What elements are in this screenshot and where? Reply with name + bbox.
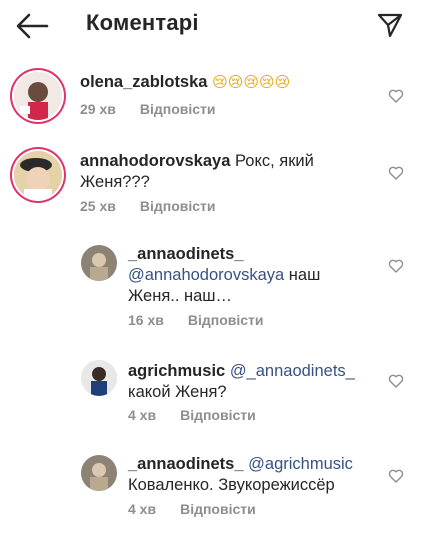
avatar-image xyxy=(81,245,117,281)
reply-body: agrichmusic @_annaodinets_ какой Женя? xyxy=(128,361,368,403)
reply-item: _annaodinets_ @annahodorovskaya наш Женя… xyxy=(0,240,428,335)
emoji-crying: 😢😢😢😢😢 xyxy=(212,73,291,91)
avatar-image xyxy=(14,72,62,120)
reply-text: какой Женя? xyxy=(128,383,227,401)
avatar[interactable] xyxy=(81,360,117,396)
reply-username[interactable]: agrichmusic xyxy=(128,362,225,380)
reply-item: _annaodinets_ @agrichmusic Коваленко. Зв… xyxy=(0,450,428,525)
heart-icon[interactable] xyxy=(388,373,404,389)
avatar-image xyxy=(81,360,117,396)
mention-link[interactable]: @agrichmusic xyxy=(248,455,353,473)
back-arrow-icon[interactable] xyxy=(14,12,50,40)
heart-icon[interactable] xyxy=(388,165,404,181)
reply-button[interactable]: Відповісти xyxy=(188,312,264,328)
reply-username[interactable]: _annaodinets_ xyxy=(128,455,244,473)
comment-time: 29 хв xyxy=(80,101,116,117)
comment-body: olena_zablotska 😢😢😢😢😢 xyxy=(80,72,380,93)
comment-username[interactable]: olena_zablotska xyxy=(80,73,207,91)
reply-meta: 4 хв Відповісти xyxy=(128,407,256,423)
avatar[interactable] xyxy=(14,72,62,120)
comment-username[interactable]: annahodorovskaya xyxy=(80,152,230,170)
avatar[interactable] xyxy=(14,151,62,199)
reply-time: 4 хв xyxy=(128,407,157,423)
comment-item: annahodorovskaya Рокс, який Женя??? 25 х… xyxy=(0,145,428,225)
reply-button[interactable]: Відповісти xyxy=(140,198,216,214)
page-title: Коментарі xyxy=(86,10,199,35)
avatar[interactable] xyxy=(81,245,117,281)
comment-meta: 25 хв Відповісти xyxy=(80,198,216,214)
avatar-image xyxy=(14,151,62,199)
mention-link[interactable]: @annahodorovskaya xyxy=(128,266,284,284)
heart-icon[interactable] xyxy=(388,258,404,274)
reply-username[interactable]: _annaodinets_ xyxy=(128,245,244,263)
reply-button[interactable]: Відповісти xyxy=(180,407,256,423)
avatar-image xyxy=(81,455,117,491)
reply-time: 4 хв xyxy=(128,501,157,517)
reply-text: Коваленко. Звукорежиссёр xyxy=(128,476,335,494)
comment-time: 25 хв xyxy=(80,198,116,214)
comment-body: annahodorovskaya Рокс, який Женя??? xyxy=(80,151,350,193)
reply-button[interactable]: Відповісти xyxy=(180,501,256,517)
reply-button[interactable]: Відповісти xyxy=(140,101,216,117)
mention-link[interactable]: @_annaodinets_ xyxy=(230,362,355,380)
reply-item: agrichmusic @_annaodinets_ какой Женя? 4… xyxy=(0,355,428,430)
reply-meta: 4 хв Відповісти xyxy=(128,501,256,517)
heart-icon[interactable] xyxy=(388,88,404,104)
reply-body: _annaodinets_ @annahodorovskaya наш Женя… xyxy=(128,244,356,307)
reply-time: 16 хв xyxy=(128,312,164,328)
header-bar: Коментарі xyxy=(0,0,428,50)
direct-message-icon[interactable] xyxy=(376,11,404,39)
reply-body: _annaodinets_ @agrichmusic Коваленко. Зв… xyxy=(128,454,368,496)
reply-meta: 16 хв Відповісти xyxy=(128,312,264,328)
comment-meta: 29 хв Відповісти xyxy=(80,101,216,117)
avatar[interactable] xyxy=(81,455,117,491)
comment-item: olena_zablotska 😢😢😢😢😢 29 хв Відповісти xyxy=(0,66,428,126)
heart-icon[interactable] xyxy=(388,468,404,484)
